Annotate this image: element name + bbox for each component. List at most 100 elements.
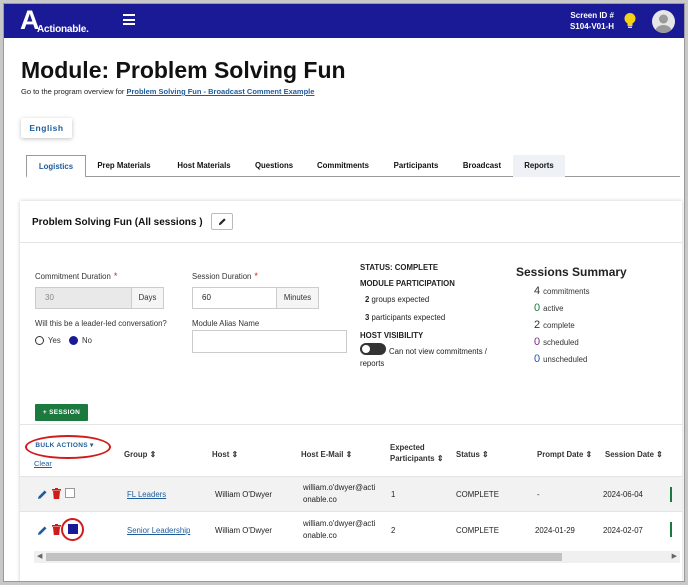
column-host-email[interactable]: Host E-Mail ⇕ xyxy=(301,449,352,460)
program-overview-link[interactable]: Problem Solving Fun - Broadcast Comment … xyxy=(126,87,314,96)
row-checkbox[interactable] xyxy=(68,524,78,534)
session-duration-unit: Minutes xyxy=(277,287,319,309)
tab-broadcast[interactable]: Broadcast xyxy=(454,155,510,177)
module-alias-label: Module Alias Name xyxy=(192,319,260,328)
participants-expected: 3 participants expected xyxy=(365,313,446,322)
column-group[interactable]: Group ⇕ xyxy=(124,449,156,460)
expected-participants: 1 xyxy=(391,490,396,499)
table-horizontal-scrollbar[interactable]: ◀ ▶ xyxy=(34,551,680,563)
sort-icon: ⇕ xyxy=(231,450,239,459)
commitment-duration-unit: Days xyxy=(132,287,164,309)
subline-prefix: Go to the program overview for xyxy=(21,87,127,96)
host-visibility-text: Can not view commitments / xyxy=(389,347,487,356)
host-name: William O'Dwyer xyxy=(215,526,272,535)
tab-reports[interactable]: Reports xyxy=(513,155,565,177)
module-title: Problem Solving Fun (All sessions ) xyxy=(32,217,203,228)
screen-id-value: S104-V01-H xyxy=(569,22,614,31)
screen-id: Screen ID # S104-V01-H xyxy=(570,10,614,32)
summary-scheduled: 0 scheduled xyxy=(534,336,579,348)
module-alias-input[interactable] xyxy=(192,330,347,353)
page-title: Module: Problem Solving Fun xyxy=(21,57,346,83)
tab-logistics[interactable]: Logistics xyxy=(26,155,86,178)
program-overview-line: Go to the program overview for Problem S… xyxy=(21,87,314,96)
pencil-icon[interactable] xyxy=(37,525,48,536)
sessions-summary-title: Sessions Summary xyxy=(516,265,627,279)
column-prompt-date[interactable]: Prompt Date ⇕ xyxy=(537,449,592,460)
row-status: COMPLETE xyxy=(456,490,499,499)
host-name: William O'Dwyer xyxy=(215,490,272,499)
summary-unscheduled: 0 unscheduled xyxy=(534,353,588,365)
avatar-icon[interactable] xyxy=(652,10,675,33)
module-panel: Problem Solving Fun (All sessions ) Comm… xyxy=(20,201,682,581)
host-visibility-text-cont: reports xyxy=(360,359,385,368)
language-button[interactable]: English xyxy=(21,118,72,138)
row-action-edge[interactable] xyxy=(670,487,672,502)
session-date: 2024-02-07 xyxy=(603,526,643,535)
menu-icon[interactable] xyxy=(123,14,135,25)
group-link[interactable]: Senior Leadership xyxy=(127,525,190,537)
sort-icon: ⇕ xyxy=(482,450,489,459)
column-status[interactable]: Status ⇕ xyxy=(456,449,489,460)
screen-id-label: Screen ID # xyxy=(570,11,614,20)
row-checkbox[interactable] xyxy=(65,488,75,498)
prompt-date: 2024-01-29 xyxy=(535,526,575,535)
sessions-table-header: BULK ACTIONS ▾ Clear Group ⇕ Host ⇕ Host… xyxy=(20,424,682,476)
app-frame: A Actionable. Screen ID # S104-V01-H Mod… xyxy=(3,3,685,582)
sort-icon: ⇕ xyxy=(585,450,593,459)
row-action-edge[interactable] xyxy=(670,522,672,537)
top-nav-bar: A Actionable. Screen ID # S104-V01-H xyxy=(4,4,684,38)
summary-commitments: 4 commitments xyxy=(534,285,590,297)
host-visibility-toggle[interactable] xyxy=(360,343,386,355)
host-email: william.o'dwyer@acti onable.co xyxy=(303,519,376,540)
tab-participants[interactable]: Participants xyxy=(384,155,448,177)
edit-title-button[interactable] xyxy=(211,213,233,230)
lightbulb-icon[interactable] xyxy=(623,12,637,30)
commitment-duration-input: 30 xyxy=(35,287,132,309)
radio-yes-label: Yes xyxy=(48,336,61,345)
bulk-actions-dropdown[interactable]: BULK ACTIONS ▾ xyxy=(33,439,96,453)
sort-icon: ⇕ xyxy=(656,450,663,459)
table-row: FL Leaders William O'Dwyer william.o'dwy… xyxy=(20,476,682,511)
pencil-icon[interactable] xyxy=(37,489,48,500)
radio-no[interactable] xyxy=(69,336,78,345)
column-host[interactable]: Host ⇕ xyxy=(212,449,238,460)
participation-heading: MODULE PARTICIPATION xyxy=(360,279,455,288)
status-text: STATUS: COMPLETE xyxy=(360,263,439,272)
clear-selection-link[interactable]: Clear xyxy=(34,459,52,468)
module-tabs: Logistics Prep Materials Host Materials … xyxy=(26,155,680,178)
session-duration-label: Session Duration * xyxy=(192,271,258,281)
chevron-right-icon[interactable]: ▶ xyxy=(672,553,677,561)
tab-questions[interactable]: Questions xyxy=(246,155,302,177)
add-session-button[interactable]: + SESSION xyxy=(35,404,88,421)
expected-participants: 2 xyxy=(391,526,396,535)
sort-icon: ⇕ xyxy=(149,450,157,459)
table-row: Senior Leadership William O'Dwyer willia… xyxy=(20,511,682,546)
summary-active: 0 active xyxy=(534,302,564,314)
actionable-logo[interactable]: A Actionable. xyxy=(20,5,110,37)
summary-complete: 2 complete xyxy=(534,319,575,331)
column-expected-participants[interactable]: Expected Participants ⇕ xyxy=(390,442,450,464)
chevron-left-icon[interactable]: ◀ xyxy=(37,553,42,561)
commitment-duration-label: Commitment Duration * xyxy=(35,271,118,281)
session-date: 2024-06-04 xyxy=(603,490,643,499)
group-link[interactable]: FL Leaders xyxy=(127,489,166,501)
chevron-down-icon: ▾ xyxy=(87,442,94,449)
leader-led-question: Will this be a leader-led conversation? xyxy=(35,319,167,328)
tab-prep-materials[interactable]: Prep Materials xyxy=(89,155,159,177)
logo-wordmark: Actionable. xyxy=(37,24,89,35)
tab-commitments[interactable]: Commitments xyxy=(308,155,378,177)
tab-host-materials[interactable]: Host Materials xyxy=(167,155,241,177)
row-status: COMPLETE xyxy=(456,526,499,535)
groups-expected: 2 groups expected xyxy=(365,295,430,304)
session-duration-input[interactable]: 60 xyxy=(192,287,277,309)
radio-no-label: No xyxy=(82,336,92,345)
column-session-date[interactable]: Session Date ⇕ xyxy=(605,449,663,460)
scrollbar-thumb[interactable] xyxy=(46,553,562,561)
host-email: william.o'dwyer@acti onable.co xyxy=(303,483,376,504)
pencil-icon xyxy=(218,218,226,226)
trash-icon[interactable] xyxy=(52,524,61,535)
radio-yes[interactable] xyxy=(35,336,44,345)
trash-icon[interactable] xyxy=(52,488,61,499)
panel-header: Problem Solving Fun (All sessions ) xyxy=(20,201,682,243)
host-visibility-heading: HOST VISIBILITY xyxy=(360,331,424,340)
